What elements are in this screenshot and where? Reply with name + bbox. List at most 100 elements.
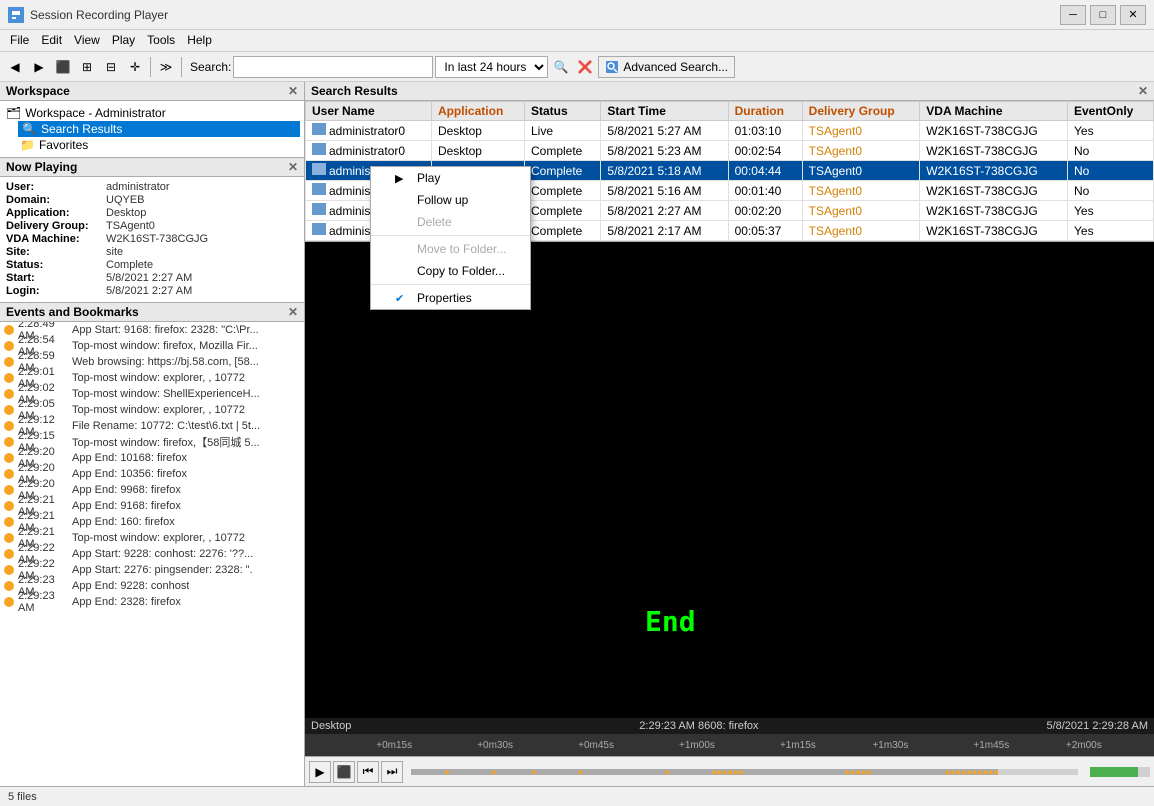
toolbar-btn-6[interactable]: ✛ — [124, 56, 146, 78]
event-text: Top-most window: explorer, , 10772 — [72, 404, 245, 416]
toolbar-btn-3[interactable]: ⬛ — [52, 56, 74, 78]
cell-vda: W2K16ST-738CGJG — [920, 161, 1068, 181]
toolbar-btn-7[interactable]: ≫ — [155, 56, 177, 78]
search-btn-1[interactable]: 🔍 — [550, 56, 572, 78]
cell-status: Live — [524, 121, 600, 141]
np-value-login: 5/8/2021 2:27 AM — [106, 285, 192, 297]
event-dot — [4, 325, 14, 335]
event-text: Top-most window: firefox, Mozilla Fir... — [72, 340, 258, 352]
event-text: App End: 10356: firefox — [72, 468, 187, 480]
workspace-close-button[interactable]: ✕ — [288, 84, 298, 98]
event-text: Web browsing: https://bj.58.com, [58... — [72, 356, 259, 368]
table-row[interactable]: administrator0 Desktop Live 5/8/2021 5:2… — [306, 121, 1154, 141]
cell-duration: 00:01:40 — [728, 181, 802, 201]
workspace-panel: Workspace ✕ 🗂 Workspace - Administrator … — [0, 82, 304, 158]
context-menu-properties[interactable]: ✔ Properties — [371, 287, 530, 309]
context-menu-movetofolder: Move to Folder... — [371, 238, 530, 260]
play-button[interactable]: ▶ — [309, 761, 331, 783]
now-playing-panel: Now Playing ✕ User: administrator Domain… — [0, 158, 304, 303]
folder-icon: 🗂 — [6, 106, 21, 120]
menu-bar: FileEditViewPlayToolsHelp — [0, 30, 1154, 52]
cell-eventonly: Yes — [1068, 121, 1154, 141]
preview-time-label: 5/8/2021 2:29:28 AM — [1046, 720, 1148, 732]
event-text: App Start: 9168: firefox: 2328: "C:\Pr..… — [72, 324, 259, 336]
cell-vda: W2K16ST-738CGJG — [920, 141, 1068, 161]
cell-vda: W2K16ST-738CGJG — [920, 221, 1068, 241]
cell-app: Desktop — [431, 141, 524, 161]
event-dot — [4, 501, 14, 511]
timeline-mark-3: +0m45s — [578, 740, 614, 751]
timeline-mark-7: +1m45s — [973, 740, 1009, 751]
search-input[interactable] — [233, 56, 433, 78]
menu-item-help[interactable]: Help — [181, 32, 218, 49]
table-row[interactable]: administrator0 Desktop Complete 5/8/2021… — [306, 141, 1154, 161]
menu-item-edit[interactable]: Edit — [35, 32, 68, 49]
preview-app-label: Desktop — [311, 720, 351, 732]
now-playing-content: User: administrator Domain: UQYEB Applic… — [0, 177, 304, 302]
events-close-button[interactable]: ✕ — [288, 305, 298, 319]
cell-starttime: 5/8/2021 2:17 AM — [601, 221, 728, 241]
list-item[interactable]: 2:29:23 AMApp End: 2328: firefox — [0, 594, 304, 610]
search-results-close-button[interactable]: ✕ — [1138, 84, 1148, 98]
np-row-site: Site: site — [6, 246, 298, 258]
menu-item-view[interactable]: View — [68, 32, 106, 49]
cell-starttime: 5/8/2021 5:16 AM — [601, 181, 728, 201]
playback-slider[interactable]: ● ● ● ● ● ●●●●●● ●●●●● ●●●●●●●●●● — [411, 769, 1078, 775]
np-label-user: User: — [6, 181, 106, 193]
toolbar-btn-4[interactable]: ⊞ — [76, 56, 98, 78]
context-menu-followup-label: Follow up — [417, 193, 468, 207]
workspace-title: Workspace — [6, 84, 70, 98]
menu-item-tools[interactable]: Tools — [141, 32, 181, 49]
fast-forward-button[interactable]: ⏭ — [381, 761, 403, 783]
toolbar-btn-1[interactable]: ◀ — [4, 56, 26, 78]
np-row-status: Status: Complete — [6, 259, 298, 271]
title-bar: Session Recording Player ─ □ ✕ — [0, 0, 1154, 30]
col-header-eventonly: EventOnly — [1068, 102, 1154, 121]
context-menu-copytofolder[interactable]: Copy to Folder... — [371, 260, 530, 282]
event-dot — [4, 469, 14, 479]
advanced-search-button[interactable]: Advanced Search... — [598, 56, 735, 78]
cell-status: Complete — [524, 161, 600, 181]
toolbar-btn-2[interactable]: ▶ — [28, 56, 50, 78]
cell-dg: TSAgent0 — [802, 121, 920, 141]
context-menu-followup[interactable]: Follow up — [371, 189, 530, 211]
np-value-user: administrator — [106, 181, 170, 193]
cell-vda: W2K16ST-738CGJG — [920, 181, 1068, 201]
context-menu-play-label: Play — [417, 171, 440, 185]
event-dot — [4, 373, 14, 383]
event-text: App End: 10168: firefox — [72, 452, 187, 464]
time-range-dropdown[interactable]: In last 24 hours — [435, 56, 548, 78]
search-btn-2[interactable]: ❌ — [574, 56, 596, 78]
cell-dg: TSAgent0 — [802, 161, 920, 181]
search-results-title: Search Results — [311, 84, 398, 98]
event-text: App End: 9228: conhost — [72, 580, 189, 592]
workspace-item-root[interactable]: 🗂 Workspace - Administrator — [4, 105, 300, 121]
menu-item-file[interactable]: File — [4, 32, 35, 49]
cell-dg: TSAgent0 — [802, 201, 920, 221]
cell-eventonly: Yes — [1068, 221, 1154, 241]
cell-vda: W2K16ST-738CGJG — [920, 121, 1068, 141]
events-content[interactable]: 2:28:49 AMApp Start: 9168: firefox: 2328… — [0, 322, 304, 781]
event-text: Top-most window: firefox,【58同城 5... — [72, 434, 260, 450]
event-dot — [4, 421, 14, 431]
col-header-duration: Duration — [728, 102, 802, 121]
timeline-bar[interactable]: +0m15s +0m30s +0m45s +1m00s +1m15s +1m30… — [305, 734, 1154, 756]
event-text: App End: 160: firefox — [72, 516, 175, 528]
np-value-start: 5/8/2021 2:27 AM — [106, 272, 192, 284]
event-dot — [4, 389, 14, 399]
cell-duration: 00:04:44 — [728, 161, 802, 181]
timeline-mark-8: +2m00s — [1066, 740, 1102, 751]
stop-button[interactable]: ⬛ — [333, 761, 355, 783]
now-playing-close-button[interactable]: ✕ — [288, 160, 298, 174]
minimize-button[interactable]: ─ — [1060, 5, 1086, 25]
workspace-item-favorites[interactable]: 📁 Favorites — [18, 137, 300, 153]
toolbar-btn-5[interactable]: ⊟ — [100, 56, 122, 78]
menu-item-play[interactable]: Play — [106, 32, 141, 49]
cell-starttime: 5/8/2021 5:23 AM — [601, 141, 728, 161]
workspace-item-search[interactable]: 🔍 Search Results — [18, 121, 300, 137]
maximize-button[interactable]: □ — [1090, 5, 1116, 25]
volume-slider[interactable] — [1090, 767, 1150, 777]
rewind-button[interactable]: ⏮ — [357, 761, 379, 783]
context-menu-play[interactable]: ▶ Play — [371, 167, 530, 189]
close-button[interactable]: ✕ — [1120, 5, 1146, 25]
